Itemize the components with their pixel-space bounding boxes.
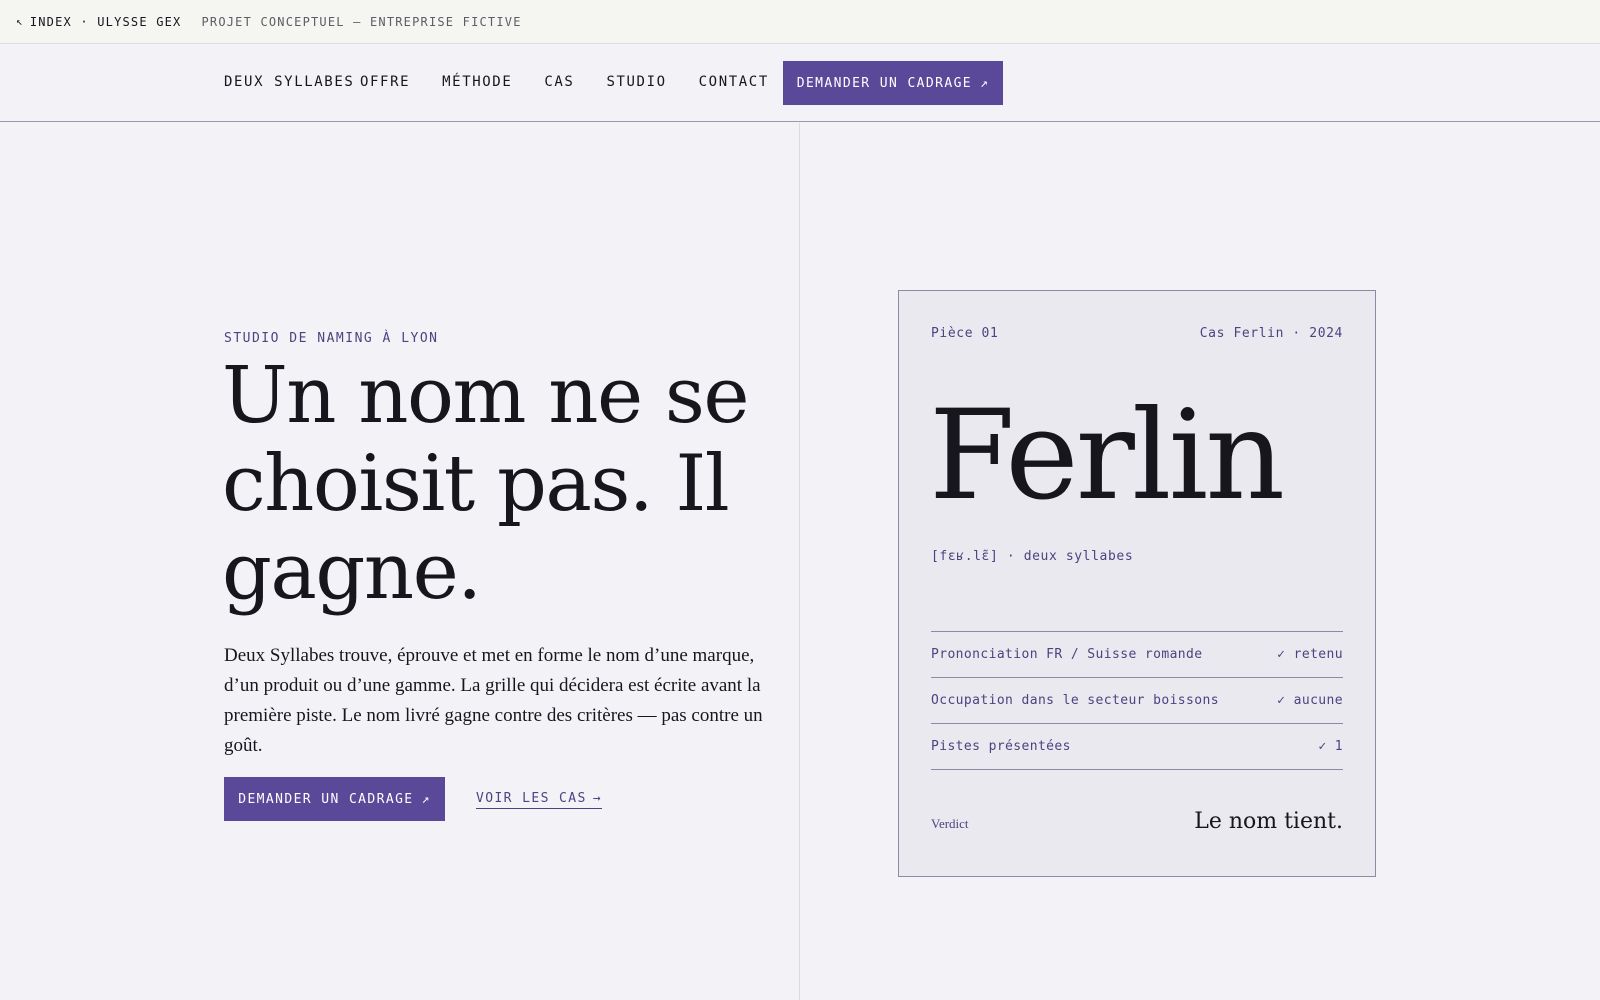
- hero-lede: Deux Syllabes trouve, éprouve et met en …: [224, 645, 763, 756]
- nav-link-contact[interactable]: CONTACT: [699, 74, 769, 90]
- hero-eyebrow: STUDIO DE NAMING À LYON: [224, 331, 439, 346]
- nav-link-offre[interactable]: OFFRE: [360, 74, 410, 90]
- card-piece-number: Pièce 01: [931, 326, 999, 341]
- verdict-row: Verdict Le nom tient.: [931, 809, 1343, 834]
- criteria-value: ✓ 1: [1318, 739, 1343, 754]
- phonetic-transcription: [fɛʁ.lɛ̃] · deux syllabes: [931, 549, 1134, 564]
- specimen-name: Ferlin: [929, 384, 1285, 528]
- criteria-list: Prononciation FR / Suisse romande ✓ rete…: [931, 631, 1343, 770]
- column-divider: [799, 123, 800, 1000]
- hero-headline: Un nom ne se choisit pas. Il gagne.: [222, 351, 750, 617]
- criteria-value: ✓ retenu: [1277, 647, 1343, 662]
- verdict-label: Verdict: [931, 816, 969, 831]
- index-link[interactable]: ↖ INDEX · ULYSSE GEX: [16, 15, 181, 29]
- brand-logo[interactable]: DEUX SYLLABES: [224, 74, 354, 90]
- nav-link-studio[interactable]: STUDIO: [606, 74, 666, 90]
- view-cases-link[interactable]: VOIR LES CAS →: [476, 791, 602, 809]
- nav-cta-label: DEMANDER UN CADRAGE: [796, 75, 973, 91]
- case-specimen-card: Pièce 01 Cas Ferlin · 2024 Ferlin [fɛʁ.l…: [898, 290, 1376, 877]
- main-nav: DEUX SYLLABES OFFRE MÉTHODE CAS STUDIO C…: [0, 44, 1600, 122]
- nav-links: OFFRE MÉTHODE CAS STUDIO CONTACT: [360, 74, 801, 90]
- criteria-row: Pistes présentées ✓ 1: [931, 724, 1343, 770]
- arrow-up-left-icon: ↖: [16, 15, 24, 28]
- utility-bar: ↖ INDEX · ULYSSE GEX PROJET CONCEPTUEL —…: [0, 0, 1600, 44]
- project-note: PROJET CONCEPTUEL — ENTREPRISE FICTIVE: [201, 14, 522, 29]
- arrow-right-icon: →: [592, 791, 602, 806]
- hero-cta-label: DEMANDER UN CADRAGE: [238, 791, 414, 807]
- index-link-label: INDEX · ULYSSE GEX: [29, 14, 182, 29]
- criteria-label: Occupation dans le secteur boissons: [931, 693, 1219, 708]
- verdict-value: Le nom tient.: [1194, 809, 1343, 834]
- nav-link-methode[interactable]: MÉTHODE: [442, 74, 512, 90]
- criteria-row: Occupation dans le secteur boissons ✓ au…: [931, 678, 1343, 724]
- nav-cta-button[interactable]: DEMANDER UN CADRAGE ↗: [783, 61, 1003, 105]
- arrow-up-right-icon: ↗: [980, 75, 990, 91]
- criteria-label: Pistes présentées: [931, 739, 1071, 754]
- card-header: Pièce 01 Cas Ferlin · 2024: [931, 326, 1343, 341]
- hero-cta-button[interactable]: DEMANDER UN CADRAGE ↗: [224, 777, 445, 821]
- criteria-value: ✓ aucune: [1277, 693, 1343, 708]
- view-cases-label: VOIR LES CAS: [476, 791, 587, 806]
- criteria-row: Prononciation FR / Suisse romande ✓ rete…: [931, 632, 1343, 678]
- arrow-up-right-icon: ↗: [421, 791, 431, 807]
- card-case-label: Cas Ferlin · 2024: [1199, 326, 1343, 341]
- nav-link-cas[interactable]: CAS: [544, 74, 574, 90]
- criteria-label: Prononciation FR / Suisse romande: [931, 647, 1203, 662]
